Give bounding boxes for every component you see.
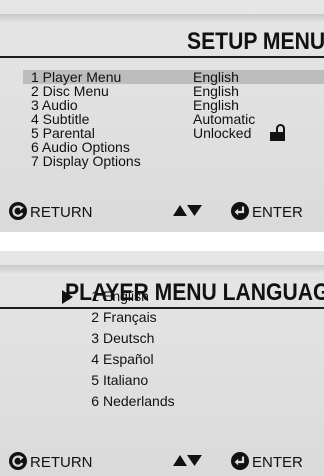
menu-item-value: English	[193, 83, 239, 99]
player-menu-language-title-bar: PLAYER MENU LANGUAGE	[0, 265, 324, 309]
language-option-nederlands[interactable]: 6 Nederlands	[86, 391, 175, 411]
player-menu-language-panel: PLAYER MENU LANGUAGE 1 English 2 Français …	[0, 251, 324, 476]
return-arrow-circle-icon[interactable]	[9, 452, 27, 470]
language-number: 6	[91, 393, 99, 409]
language-name: Italiano	[103, 372, 149, 388]
return-label: RETURN	[30, 454, 93, 471]
menu-item-label: 4 Subtitle	[31, 111, 90, 127]
enter-label: ENTER	[252, 454, 303, 471]
setup-menu-title-bar: SETUP MENU	[0, 14, 324, 58]
up-down-triangle-icon	[173, 455, 202, 466]
setup-menu-panel: SETUP MENU 1 Player Menu English 2 Disc …	[0, 0, 324, 232]
menu-item-player-menu[interactable]: 1 Player Menu English	[23, 70, 324, 84]
menu-item-label: 6 Audio Options	[31, 139, 130, 155]
menu-item-label: 3 Audio	[31, 97, 78, 113]
enter-arrow-circle-icon[interactable]	[231, 202, 249, 220]
language-option-espanol[interactable]: 4 Español	[86, 349, 154, 369]
return-label: RETURN	[30, 204, 93, 221]
setup-menu-footer: RETURN ENTER	[0, 200, 324, 224]
language-option-francais[interactable]: 2 Français	[86, 307, 157, 327]
language-option-english[interactable]: 1 English	[82, 285, 170, 306]
return-arrow-circle-icon[interactable]	[9, 202, 27, 220]
language-name: Deutsch	[103, 330, 155, 346]
enter-arrow-circle-icon[interactable]	[231, 452, 249, 470]
enter-label: ENTER	[252, 204, 303, 221]
language-option-deutsch[interactable]: 3 Deutsch	[86, 328, 154, 348]
menu-item-audio[interactable]: 3 Audio English	[23, 98, 324, 112]
language-name: Nederlands	[103, 393, 175, 409]
up-down-triangle-icon	[173, 205, 202, 216]
menu-item-value: Automatic	[193, 111, 256, 127]
language-name: English	[103, 288, 149, 304]
player-menu-language-footer: RETURN ENTER	[0, 450, 324, 474]
menu-item-label: 7 Display Options	[31, 153, 141, 169]
language-number: 5	[91, 372, 99, 388]
right-triangle-pointer-icon	[62, 290, 73, 304]
menu-item-value: English	[193, 97, 239, 113]
menu-item-value: Unlocked	[193, 125, 252, 141]
menu-item-label: 2 Disc Menu	[31, 83, 109, 99]
setup-menu-title: SETUP MENU	[187, 28, 324, 55]
language-number: 3	[91, 330, 99, 346]
menu-item-label: 5 Parental	[31, 125, 95, 141]
language-name: Français	[103, 309, 157, 325]
menu-item-label: 1 Player Menu	[31, 69, 122, 85]
language-number: 2	[91, 309, 99, 325]
language-option-italiano[interactable]: 5 Italiano	[86, 370, 148, 390]
language-name: Español	[103, 351, 154, 367]
language-number: 4	[91, 351, 99, 367]
menu-item-disc-menu[interactable]: 2 Disc Menu English	[23, 84, 324, 98]
menu-item-value: English	[193, 69, 239, 85]
language-number: 1	[91, 288, 99, 304]
menu-item-display-options[interactable]: 7 Display Options	[23, 154, 324, 168]
menu-item-audio-options[interactable]: 6 Audio Options	[23, 140, 324, 154]
